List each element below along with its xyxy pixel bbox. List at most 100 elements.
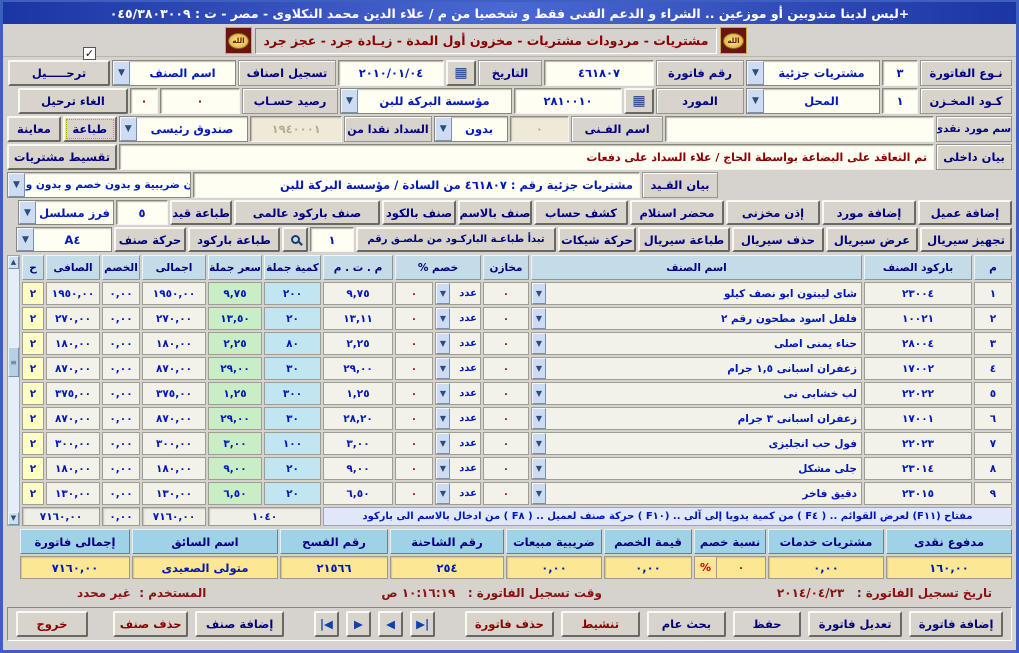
record-nav-button-3[interactable]: ▶ (346, 611, 371, 637)
bottom-button-حذف-صنف[interactable]: حذف صنف (113, 611, 189, 637)
vertical-scrollbar[interactable]: ▲ ≡ ▼ (7, 255, 20, 526)
bottom-button-إضافة-فاتورة[interactable]: إضافة فاتورة (909, 611, 1003, 637)
cell-unit[interactable]: عدد▼ (435, 382, 481, 405)
cash-supplier-field[interactable] (665, 116, 934, 142)
chevron-down-icon[interactable]: ▼ (8, 173, 25, 197)
column-header-no[interactable]: م (974, 255, 1012, 280)
cell-unit[interactable]: عدد▼ (435, 457, 481, 480)
cell-stores[interactable]: ٠ (483, 332, 529, 355)
chevron-down-icon[interactable]: ▼ (113, 61, 130, 85)
chevron-down-icon[interactable]: ▼ (532, 408, 546, 429)
cell-barcode[interactable]: ٢٢٠٢٢ (864, 382, 972, 405)
chevron-down-icon[interactable]: ▼ (120, 117, 137, 141)
chevron-down-icon[interactable]: ▼ (532, 358, 546, 379)
invoice-type-select[interactable]: مشتريات جزئية ▼ (746, 60, 880, 86)
technician-select[interactable]: بدون ▼ (434, 116, 508, 142)
supplier-select[interactable]: مؤسسة البركة للبن ▼ (340, 88, 512, 114)
column-header-total[interactable]: اجمالى (142, 255, 206, 280)
cell-unit[interactable]: عدد▼ (435, 307, 481, 330)
supplier-lookup-button[interactable]: ▦ (624, 88, 654, 114)
cell-disc_pct[interactable]: ٠ (395, 307, 433, 330)
tax-mode-select[interactable]: بدون ضريبية و بدون خصم و بدون وحدة ▼ (7, 172, 191, 198)
chevron-down-icon[interactable]: ▼ (436, 333, 450, 354)
cell-disc_pct[interactable]: ٠ (395, 482, 433, 505)
bottom-button-إضافة-صنف[interactable]: إضافة صنف (195, 611, 283, 637)
toolbar1-button-1[interactable]: إضافة عميل (918, 200, 1012, 225)
column-header-discount[interactable]: خصم % (395, 255, 481, 280)
entry-note-field[interactable]: مشتريات جزئية رقم : ٤٦١٨٠٧ من السادة / م… (193, 172, 640, 198)
cell-price[interactable]: ٢٩,٠٠ (208, 407, 262, 430)
supplier-code-field[interactable]: ٢٨١٠٠١٠ (514, 88, 622, 114)
store-select[interactable]: المحل ▼ (746, 88, 880, 114)
cell-unit[interactable]: عدد▼ (435, 432, 481, 455)
chevron-down-icon[interactable]: ▼ (747, 61, 764, 85)
item-movement-button[interactable]: حركة صنف (114, 227, 186, 252)
bottom-button-تعديل-فاتورة[interactable]: تعديل فاتورة (808, 611, 902, 637)
record-nav-button-4[interactable]: |◀ (314, 611, 339, 637)
print-button[interactable]: طباعة (63, 116, 117, 142)
cell-qty[interactable]: ٨٠ (264, 332, 321, 355)
cell-mtm[interactable]: ٩,٧٥ (323, 282, 393, 305)
cell-name[interactable]: فول حب انجليزى▼ (531, 432, 862, 455)
cell-barcode[interactable]: ٢٣٠٠٤ (864, 282, 972, 305)
option-checkbox[interactable]: ✓ (83, 47, 96, 60)
chevron-down-icon[interactable]: ▼ (436, 383, 450, 404)
bottom-button-بحث-عام[interactable]: بحث عام (647, 611, 726, 637)
chevron-down-icon[interactable]: ▼ (532, 333, 546, 354)
cell-mtm[interactable]: ٢,٢٥ (323, 332, 393, 355)
column-header-name[interactable]: اسم الصنف (531, 255, 862, 280)
post-button[interactable]: ترحـــــيل (8, 60, 110, 86)
cell-price[interactable]: ٩,٧٥ (208, 282, 262, 305)
chevron-down-icon[interactable]: ▼ (436, 408, 450, 429)
chevron-down-icon[interactable]: ▼ (17, 228, 34, 251)
cell-name[interactable]: زعفران اسبانى ١,٥ جرام▼ (531, 357, 862, 380)
toolbar1-button-3[interactable]: إذن مخزنى (726, 200, 820, 225)
cell-qty[interactable]: ١٠٠ (264, 432, 321, 455)
toolbar1-button-4[interactable]: محضر استلام (630, 200, 724, 225)
cell-barcode[interactable]: ٢٢٠٢٣ (864, 432, 972, 455)
cell-price[interactable]: ٩,٠٠ (208, 457, 262, 480)
chevron-down-icon[interactable]: ▼ (532, 458, 546, 479)
bottom-button-خروج[interactable]: خروج (16, 611, 88, 637)
record-nav-button-2[interactable]: ◀ (378, 611, 403, 637)
chevron-down-icon[interactable]: ▼ (341, 89, 358, 113)
cell-mtm[interactable]: ٦,٥٠ (323, 482, 393, 505)
cashbox-select[interactable]: صندوق رئيسى ▼ (119, 116, 249, 142)
cell-qty[interactable]: ٢٠ (264, 482, 321, 505)
column-header-disc[interactable]: الخصم (102, 255, 140, 280)
cell-mtm[interactable]: ٢٨,٢٠ (323, 407, 393, 430)
toolbar2-button-5[interactable]: حركة شيكات (558, 227, 636, 252)
preview-barcode-button[interactable] (282, 227, 308, 252)
toolbar2-button-3[interactable]: حذف سيريال (732, 227, 824, 252)
cell-qty[interactable]: ٢٠ (264, 457, 321, 480)
discount-percent-value[interactable]: ٠ (717, 562, 765, 574)
cell-disc_pct[interactable]: ٠ (395, 357, 433, 380)
scrollbar-track[interactable]: ≡ (8, 269, 19, 512)
cell-disc_pct[interactable]: ٠ (395, 457, 433, 480)
installment-button[interactable]: تقسيط مشتريات (7, 144, 117, 170)
cell-disc_pct[interactable]: ٠ (395, 432, 433, 455)
module-strip[interactable]: مشتريات - مردودات مشتريات - مخزون أول ال… (255, 28, 717, 54)
cell-stores[interactable]: ٠ (483, 482, 529, 505)
column-header-barcode[interactable]: باركود الصنف (864, 255, 972, 280)
chevron-down-icon[interactable]: ▼ (435, 117, 452, 141)
cell-mtm[interactable]: ٣,٠٠ (323, 432, 393, 455)
chevron-down-icon[interactable]: ▼ (532, 383, 546, 404)
cell-price[interactable]: ٣,٠٠ (208, 432, 262, 455)
cell-unit[interactable]: عدد▼ (435, 482, 481, 505)
cell-mtm[interactable]: ٩,٠٠ (323, 457, 393, 480)
chevron-down-icon[interactable]: ▼ (436, 483, 450, 504)
chevron-down-icon[interactable]: ▼ (532, 483, 546, 504)
date-picker-button[interactable]: ▦ (446, 60, 476, 86)
chevron-down-icon[interactable]: ▼ (19, 201, 36, 224)
serial-start-field[interactable]: ٥ (116, 200, 168, 225)
internal-note-field[interactable]: تم التعاقد على البضاعة بواسطة الحاج / عل… (119, 144, 934, 170)
cell-price[interactable]: ٦,٥٠ (208, 482, 262, 505)
scrollbar-thumb[interactable]: ≡ (8, 347, 19, 377)
item-name-select[interactable]: اسم الصنف ▼ (112, 60, 236, 86)
cell-price[interactable]: ٢٩,٠٠ (208, 357, 262, 380)
column-header-mtm[interactable]: م . ت . م (323, 255, 393, 280)
chevron-down-icon[interactable]: ▼ (532, 283, 546, 304)
cell-unit[interactable]: عدد▼ (435, 407, 481, 430)
cell-price[interactable]: ١,٢٥ (208, 382, 262, 405)
